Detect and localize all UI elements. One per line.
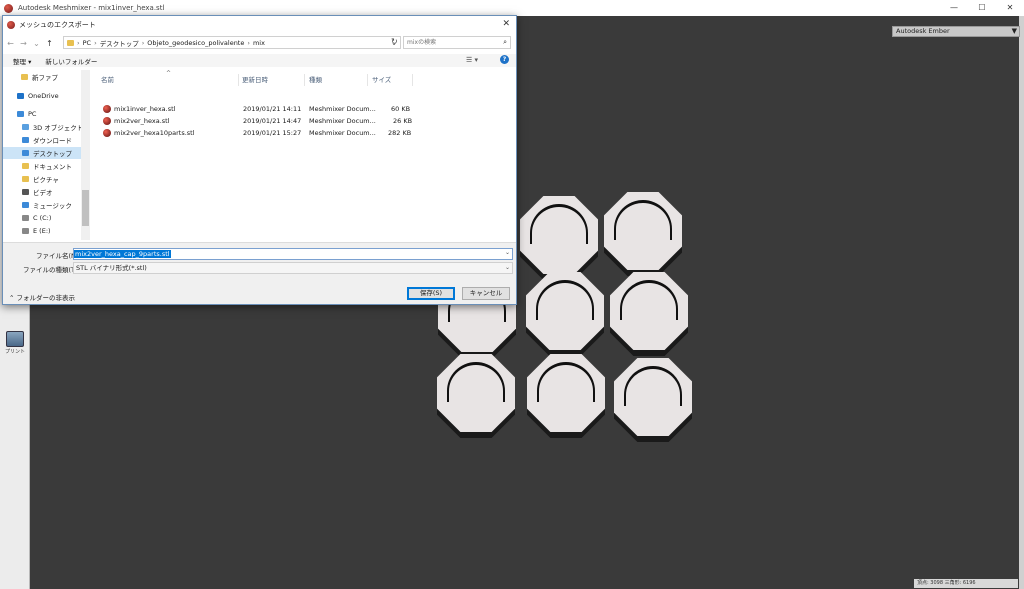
computer-icon (17, 111, 24, 117)
column-date[interactable]: 更新日時 (239, 74, 305, 86)
print-tool-label: プリント (5, 349, 26, 355)
nav-item-onedrive[interactable]: OneDrive (17, 90, 59, 102)
nav-item-downloads[interactable]: ダウンロード (22, 134, 72, 146)
window-controls: — ☐ ✕ (940, 0, 1024, 16)
export-mesh-dialog: メッシュのエクスポート ✕ ← → ⌄ ↑ › PC › デスクトップ › Ob… (2, 15, 517, 305)
drive-icon (22, 228, 29, 234)
file-row[interactable]: mix2ver_hexa10parts.stl 2019/01/21 15:27… (91, 127, 511, 139)
search-icon: ⌕ (503, 38, 507, 46)
navigation-pane: 新ファプ OneDrive PC 3D オブジェクト ダウンロード デスクトップ… (3, 70, 90, 240)
column-size[interactable]: サイズ (368, 74, 413, 86)
file-row[interactable]: mix2ver_hexa.stl 2019/01/21 14:47 Meshmi… (91, 115, 511, 127)
download-icon (22, 137, 29, 143)
nav-item-videos[interactable]: ビデオ (22, 186, 53, 198)
close-window-icon[interactable]: ✕ (996, 0, 1024, 16)
picture-icon (22, 176, 29, 182)
file-list: ^ 名前 更新日時 種類 サイズ mix1inver_hexa.stl 2019… (91, 70, 516, 240)
view-options-icon[interactable]: ☰ ▾ (466, 56, 478, 64)
dialog-titlebar: メッシュのエクスポート (3, 16, 516, 33)
hex-part[interactable] (614, 358, 692, 442)
maximize-icon[interactable]: ☐ (968, 0, 996, 16)
back-arrow-icon[interactable]: ← (5, 39, 16, 48)
new-folder-button[interactable]: 新しいフォルダー (45, 56, 97, 66)
folder-icon (21, 74, 28, 80)
column-type[interactable]: 種類 (305, 74, 368, 86)
drive-icon (22, 215, 29, 221)
cloud-icon (17, 93, 24, 99)
cancel-button[interactable]: キャンセル (462, 287, 510, 300)
status-bar: 頂点: 3098 三角形: 6196 (914, 579, 1018, 588)
right-scroll-strip (1019, 16, 1024, 589)
refresh-icon[interactable]: ↻ (391, 37, 398, 46)
save-button[interactable]: 保存(S) (407, 287, 455, 300)
file-row[interactable]: mix1inver_hexa.stl 2019/01/21 14:11 Mesh… (91, 103, 511, 115)
filetype-value: STL バイナリ形式(*.stl) (76, 264, 147, 272)
chevron-down-icon: ⌄ (504, 264, 510, 271)
nav-item-pc[interactable]: PC (17, 108, 36, 120)
hex-part[interactable] (526, 272, 604, 356)
print-tool[interactable]: プリント (5, 331, 25, 355)
printer-name: Autodesk Ember (896, 27, 950, 35)
help-icon[interactable]: ? (500, 55, 509, 64)
hex-part[interactable] (610, 272, 688, 356)
nav-item-documents[interactable]: ドキュメント (22, 160, 72, 172)
nav-item-pictures[interactable]: ピクチャ (22, 173, 59, 185)
chevron-down-icon[interactable]: ⌄ (505, 249, 510, 256)
breadcrumb-pc[interactable]: PC (83, 39, 91, 47)
filename-value: mix2ver_hexa_cap_9parts.stl (74, 250, 171, 258)
hex-part[interactable] (437, 354, 515, 438)
organize-button[interactable]: 整理 ▾ (13, 56, 31, 66)
breadcrumb-desktop[interactable]: デスクトップ (100, 38, 139, 48)
up-arrow-icon[interactable]: ↑ (44, 39, 55, 48)
printer-dropdown[interactable]: Autodesk Ember ▼ (892, 26, 1020, 37)
minimize-icon[interactable]: — (940, 0, 968, 16)
column-name[interactable]: 名前 (91, 74, 239, 86)
dialog-close-icon[interactable]: ✕ (502, 19, 510, 29)
forward-arrow-icon[interactable]: → (18, 39, 29, 48)
command-bar: 整理 ▾ 新しいフォルダー ☰ ▾ ? (3, 54, 516, 67)
nav-item-desktop[interactable]: デスクトップ (3, 147, 81, 159)
scroll-thumb[interactable] (82, 190, 89, 226)
nav-item-0[interactable]: 新ファプ (21, 71, 58, 83)
search-field[interactable]: ⌕ (403, 36, 511, 49)
stl-file-icon (103, 105, 111, 113)
app-titlebar: Autodesk Meshmixer - mix1inver_hexa.stl … (0, 0, 1024, 16)
app-title: Autodesk Meshmixer - mix1inver_hexa.stl (18, 4, 165, 12)
music-icon (22, 202, 29, 208)
meshmixer-logo-icon (4, 3, 13, 13)
nav-scrollbar[interactable] (81, 70, 90, 240)
hex-part[interactable] (527, 354, 605, 438)
search-input[interactable] (404, 37, 494, 48)
stl-file-icon (103, 129, 111, 137)
nav-item-3d-objects[interactable]: 3D オブジェクト (22, 121, 83, 133)
cube-icon (22, 124, 29, 130)
address-row: ← → ⌄ ↑ › PC › デスクトップ › Objeto_geodesico… (3, 36, 516, 50)
chevron-up-icon: ⌃ (9, 294, 15, 302)
desktop-icon (22, 150, 29, 156)
printer-icon (6, 331, 24, 347)
nav-item-drive-c[interactable]: C (C:) (22, 212, 51, 224)
address-bar[interactable]: › PC › デスクトップ › Objeto_geodesico_polival… (63, 36, 401, 49)
recent-dropdown-icon[interactable]: ⌄ (31, 39, 42, 48)
meshmixer-logo-icon (7, 20, 15, 29)
breadcrumb-mix[interactable]: mix (253, 39, 265, 47)
document-icon (22, 163, 29, 169)
hex-part[interactable] (520, 196, 598, 280)
filetype-select[interactable]: STL バイナリ形式(*.stl) ⌄ (73, 262, 513, 274)
save-form: ファイル名(N): mix2ver_hexa_cap_9parts.stl ⌄ … (3, 242, 516, 304)
filename-input[interactable]: mix2ver_hexa_cap_9parts.stl ⌄ (73, 248, 513, 260)
folder-icon (67, 39, 74, 46)
filetype-label: ファイルの種類(T): (23, 266, 80, 274)
hide-folders-toggle[interactable]: ⌃ フォルダーの非表示 (9, 292, 75, 302)
nav-item-music[interactable]: ミュージック (22, 199, 72, 211)
breadcrumb-objeto[interactable]: Objeto_geodesico_polivalente (147, 39, 244, 47)
hex-part[interactable] (604, 192, 682, 276)
stl-file-icon (103, 117, 111, 125)
dialog-title: メッシュのエクスポート (19, 20, 96, 29)
video-icon (22, 189, 29, 195)
chevron-down-icon: ▼ (1011, 27, 1017, 35)
nav-item-drive-e[interactable]: E (E:) (22, 225, 51, 237)
